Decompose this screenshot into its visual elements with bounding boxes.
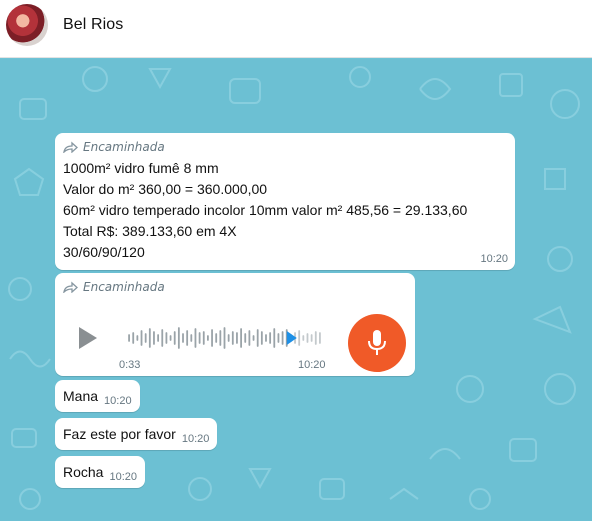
message-line: 30/60/90/120 [63, 244, 145, 260]
message-bubble[interactable]: Rocha 10:20 [55, 456, 145, 488]
message-time: 10:20 [109, 471, 137, 483]
message-bubble-audio[interactable]: Encaminhada 0:33 10:20 [55, 273, 415, 376]
forward-arrow-icon [63, 141, 78, 153]
message-text: Faz este por favor [63, 426, 176, 442]
forward-arrow-icon [63, 281, 78, 293]
forwarded-label: Encaminhada [63, 140, 507, 154]
message-bubble[interactable]: Faz este por favor 10:20 [55, 418, 218, 450]
audio-duration: 0:33 [119, 359, 141, 371]
message-time: 10:20 [104, 395, 132, 407]
message-line: 1000m² vidro fumê 8 mm [63, 160, 219, 176]
message-line: Total R$: 389.133,60 em 4X [63, 223, 237, 239]
play-icon[interactable] [77, 325, 99, 351]
message-text: 1000m² vidro fumê 8 mm Valor do m² 360,0… [63, 158, 507, 263]
forwarded-label: Encaminhada [63, 280, 407, 294]
chat-header: Bel Rios [0, 0, 592, 58]
contact-avatar[interactable] [6, 4, 48, 46]
contact-name[interactable]: Bel Rios [63, 16, 123, 34]
message-bubble[interactable]: Mana 10:20 [55, 380, 140, 412]
message-text: Rocha [63, 464, 104, 480]
mic-button[interactable] [348, 314, 406, 372]
message-time: 10:20 [298, 359, 326, 371]
message-line: Valor do m² 360,00 = 360.000,00 [63, 181, 268, 197]
message-text: Mana [63, 388, 99, 404]
audio-waveform[interactable] [127, 325, 322, 351]
message-bubble-quote[interactable]: Encaminhada 1000m² vidro fumê 8 mm Valor… [55, 133, 515, 270]
message-time: 10:20 [181, 433, 210, 445]
microphone-icon [368, 330, 386, 355]
message-time: 10:20 [480, 253, 508, 265]
message-line: 60m² vidro temperado incolor 10mm valor … [63, 202, 468, 218]
